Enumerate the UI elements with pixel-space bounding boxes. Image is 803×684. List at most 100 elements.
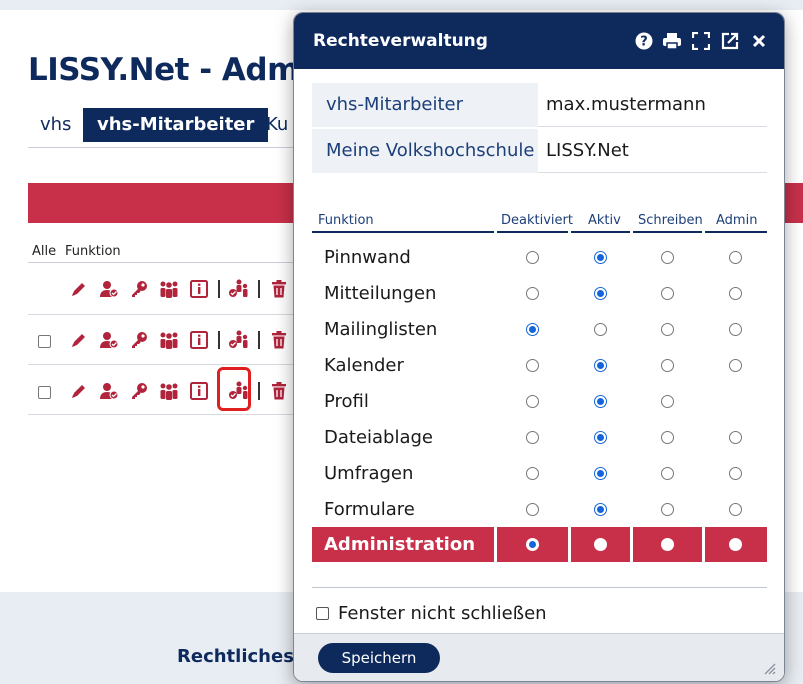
dialog-body: vhs-Mitarbeiter max.mustermann Meine Vol… <box>294 69 784 681</box>
permission-radio[interactable] <box>593 251 607 264</box>
permission-radio[interactable] <box>660 287 674 300</box>
popout-icon[interactable] <box>720 31 740 51</box>
permission-radio[interactable] <box>729 431 742 444</box>
rights-icon[interactable] <box>228 329 250 351</box>
dialog-footer: Speichern <box>294 633 784 681</box>
tab-kurse[interactable]: Ku <box>266 108 288 142</box>
print-icon[interactable] <box>662 31 682 51</box>
permission-name: Dateiablage <box>324 427 434 448</box>
key-icon[interactable] <box>128 278 150 300</box>
resize-grip-icon[interactable] <box>762 661 776 675</box>
column-header-function: Funktion <box>65 244 121 259</box>
permission-radio[interactable] <box>525 251 539 264</box>
separator <box>258 331 260 349</box>
user-check-icon[interactable] <box>98 278 120 300</box>
row-actions <box>68 276 298 302</box>
permission-row: Kalender <box>312 347 767 383</box>
close-icon[interactable] <box>749 31 769 51</box>
permission-radio[interactable] <box>729 503 742 516</box>
header-underline <box>312 231 494 233</box>
help-icon[interactable]: ? <box>634 31 654 51</box>
permission-name: Umfragen <box>324 463 414 484</box>
trash-icon[interactable] <box>268 278 290 300</box>
user-check-icon[interactable] <box>98 380 120 402</box>
pencil-icon[interactable] <box>68 380 90 402</box>
permission-radio[interactable] <box>660 431 674 444</box>
permission-row: Mitteilungen <box>312 275 767 311</box>
page-top-strip <box>0 0 803 10</box>
tab-vhs[interactable]: vhs <box>40 108 71 142</box>
permission-name: Administration <box>324 534 476 555</box>
info-row-school: Meine Volkshochschule LISSY.Net <box>312 129 767 173</box>
row-divider <box>28 414 298 415</box>
permission-radio[interactable] <box>593 287 607 300</box>
permission-radio[interactable] <box>729 467 742 480</box>
permission-radio[interactable] <box>660 323 674 336</box>
info-value: max.mustermann <box>538 83 767 127</box>
permission-row: Dateiablage <box>312 419 767 455</box>
group-icon[interactable] <box>158 278 180 300</box>
header-underline <box>571 231 630 233</box>
user-check-icon[interactable] <box>98 329 120 351</box>
permission-radio[interactable] <box>525 359 539 372</box>
column-header-admin: Admin <box>716 213 758 228</box>
separator <box>218 280 220 298</box>
permission-radio[interactable] <box>525 503 539 516</box>
permission-radio[interactable] <box>593 503 607 516</box>
permission-radio[interactable] <box>660 467 674 480</box>
save-button[interactable]: Speichern <box>318 643 440 673</box>
permission-radio[interactable] <box>660 395 674 408</box>
permission-radio[interactable] <box>593 431 607 444</box>
key-icon[interactable] <box>128 380 150 402</box>
group-icon[interactable] <box>158 380 180 402</box>
permission-radio[interactable] <box>593 467 607 480</box>
key-icon[interactable] <box>128 329 150 351</box>
permission-radio[interactable] <box>729 251 742 264</box>
row-actions <box>68 378 298 404</box>
fullscreen-icon[interactable] <box>691 31 711 51</box>
separator <box>258 382 260 400</box>
info-icon[interactable] <box>188 278 210 300</box>
info-icon[interactable] <box>188 380 210 402</box>
keep-open-option[interactable]: Fenster nicht schließen <box>316 603 547 624</box>
row-checkbox[interactable] <box>38 335 51 348</box>
permission-radio[interactable] <box>660 538 674 551</box>
tab-vhs-mitarbeiter[interactable]: vhs-Mitarbeiter <box>83 108 269 142</box>
info-icon[interactable] <box>188 329 210 351</box>
keep-open-label: Fenster nicht schließen <box>338 603 547 624</box>
permission-radio[interactable] <box>729 538 742 551</box>
permission-radio[interactable] <box>593 323 607 336</box>
trash-icon[interactable] <box>268 380 290 402</box>
header-underline <box>705 231 767 233</box>
permission-radio[interactable] <box>593 538 607 551</box>
rights-icon[interactable] <box>228 278 250 300</box>
info-row-employee: vhs-Mitarbeiter max.mustermann <box>312 83 767 127</box>
permission-row: Umfragen <box>312 455 767 491</box>
permission-radio[interactable] <box>525 395 539 408</box>
permission-radio[interactable] <box>525 467 539 480</box>
row-divider <box>28 364 298 365</box>
row-checkbox[interactable] <box>38 386 51 399</box>
permission-radio[interactable] <box>660 503 674 516</box>
pencil-icon[interactable] <box>68 329 90 351</box>
separator <box>218 331 220 349</box>
permission-radio[interactable] <box>729 359 742 372</box>
pencil-icon[interactable] <box>68 278 90 300</box>
permission-radio[interactable] <box>660 251 674 264</box>
permission-radio[interactable] <box>593 395 607 408</box>
footer-link-legal[interactable]: Rechtliches <box>177 646 294 667</box>
keep-open-checkbox[interactable] <box>316 607 329 620</box>
permission-name: Mailinglisten <box>324 319 438 340</box>
permission-radio[interactable] <box>660 359 674 372</box>
permission-radio[interactable] <box>525 323 539 336</box>
trash-icon[interactable] <box>268 329 290 351</box>
permission-radio[interactable] <box>525 287 539 300</box>
permission-radio[interactable] <box>593 359 607 372</box>
permission-radio[interactable] <box>729 287 742 300</box>
permission-name: Formulare <box>324 499 415 520</box>
info-value: LISSY.Net <box>538 129 767 173</box>
permission-radio[interactable] <box>525 538 539 551</box>
permission-radio[interactable] <box>525 431 539 444</box>
group-icon[interactable] <box>158 329 180 351</box>
permission-radio[interactable] <box>729 323 742 336</box>
